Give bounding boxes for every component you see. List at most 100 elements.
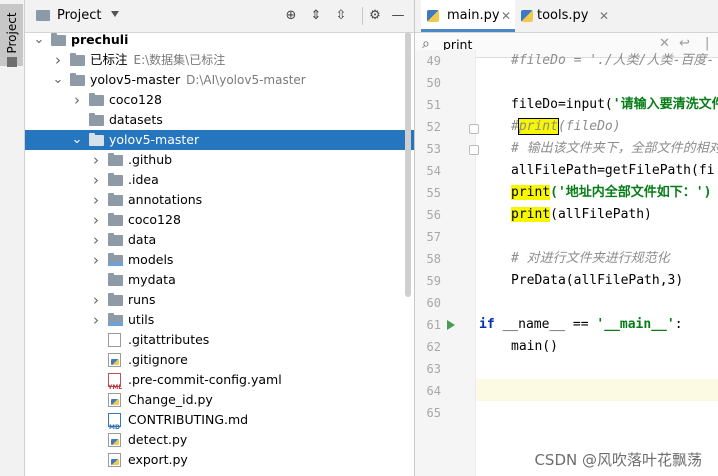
chevron-right-icon[interactable]: › [90,150,102,170]
tree-item-label: datasets [109,112,163,127]
code-line-61[interactable]: main() [511,336,558,358]
regex-icon[interactable]: | [705,36,711,51]
project-tool-tab-label: Project [5,12,19,54]
code-line-49[interactable]: #fileDo = './人类/人类-百度- [511,50,714,72]
code-line-53[interactable]: allFilePath=getFilePath(fi [511,160,715,182]
tab-tools-py[interactable]: tools.py ✕ [517,0,617,32]
tree-item-label: 已标注 E:\数据集\已标注 [90,52,226,67]
chevron-down-icon[interactable]: ⌄ [52,70,64,90]
new-line-icon[interactable]: ↩ [679,36,690,51]
header-divider [362,7,363,25]
editor-area: main.py ✕ tools.py ✕ ⌕ ✕ ↩ | 49505152535… [415,0,718,476]
tool-window-stripe: Project [0,0,25,476]
close-icon[interactable]: ✕ [599,0,609,32]
project-tool-tab[interactable]: Project [0,4,23,67]
tree-item[interactable]: › .github [25,150,414,170]
folder-icon [108,213,123,226]
tree-item[interactable]: mydata [25,270,414,290]
tree-item-label: .pre-commit-config.yaml [128,372,282,387]
tree-item[interactable]: › data [25,230,414,250]
close-icon[interactable]: ✕ [501,0,511,32]
fold-marker[interactable] [469,145,479,155]
tree-item[interactable]: .gitignore [25,350,414,370]
search-match: print [511,185,551,200]
chevron-down-icon[interactable]: ⌄ [71,130,83,150]
code-line-57[interactable]: # 对进行文件夹进行规范化 [511,248,670,270]
expand-all-icon[interactable]: ⇕ [308,8,324,24]
tree-item-label: data [128,232,157,247]
tree-item[interactable]: ⌄ yolov5-master D:\AI\yolov5-master [25,70,414,90]
chevron-right-icon[interactable]: › [90,250,102,270]
clear-search-icon[interactable]: ✕ [659,36,670,51]
line-number: 62 [426,340,441,354]
gear-icon[interactable]: ⚙ [367,8,383,24]
tree-item[interactable]: datasets [25,110,414,130]
code-line-58[interactable]: PreData(allFilePath,3) [511,270,683,292]
chevron-right-icon[interactable]: › [52,50,64,70]
tree-item-label: annotations [128,192,203,207]
tree-item[interactable]: export.py [25,450,414,470]
tree-item-label: yolov5-master [109,132,200,147]
tree-item[interactable]: ⌄ prechuli [25,30,414,50]
current-line-highlight [476,379,718,401]
tab-main-py[interactable]: main.py ✕ [421,0,515,32]
chevron-down-icon[interactable] [111,11,119,17]
chevron-right-icon[interactable]: › [90,290,102,310]
tree-item[interactable]: CONTRIBUTING.md [25,410,414,438]
tree-item[interactable]: › models [25,250,414,270]
tree-item-label: CONTRIBUTING.md [128,412,249,427]
chevron-right-icon[interactable]: › [90,230,102,250]
tab-label: tools.py [537,8,589,23]
line-number: 49 [426,54,441,68]
tree-item[interactable]: › 已标注 E:\数据集\已标注 [25,50,414,70]
folder-icon [108,193,123,206]
chevron-right-icon[interactable]: › [90,210,102,230]
chevron-right-icon[interactable]: › [90,310,102,330]
file-icon [108,333,121,347]
tree-item[interactable]: .pre-commit-config.yaml [25,370,414,398]
folder-icon [89,93,104,106]
tree-item[interactable]: .gitattributes [25,330,414,350]
hide-panel-icon[interactable]: — [390,8,406,24]
code-line-50[interactable]: fileDo=input('请输入要清洗文件 [511,94,718,116]
chevron-right-icon[interactable]: › [71,90,83,110]
chevron-right-icon[interactable]: › [90,190,102,210]
line-number: 65 [426,406,441,420]
line-number: 58 [426,252,441,266]
project-view-selector[interactable]: Project [57,8,101,23]
code-line-51[interactable]: #print(fileDo) [511,116,621,138]
tree-item[interactable]: detect.py [25,430,414,450]
tree-item[interactable]: › coco128 [25,210,414,230]
code-line-60[interactable]: if __name__ == '__main__': [479,314,683,336]
tree-item[interactable]: › annotations [25,190,414,210]
code-line-55[interactable]: print(allFilePath) [511,204,652,226]
search-match-current: print [517,118,559,135]
folder-icon [70,73,85,86]
tree-item-label: export.py [128,452,188,467]
tab-label: main.py [447,8,500,23]
search-match: print [511,207,551,222]
tree-item[interactable]: Change_id.py [25,390,414,410]
folder-icon [36,10,50,21]
chevron-down-icon[interactable]: ⌄ [33,30,45,50]
tree-item[interactable]: › coco128 [25,90,414,110]
code-line-52[interactable]: # 输出该文件夹下，全部文件的相对 [511,138,718,160]
tree-item[interactable]: › utils [25,310,414,330]
line-number: 52 [426,120,441,134]
tree-item[interactable]: ⌄ yolov5-master [25,130,414,150]
run-icon[interactable] [447,320,455,330]
tree-item[interactable]: › .idea [25,170,414,190]
fold-marker[interactable] [469,124,479,134]
tree-item-label: utils [128,312,155,327]
code-line-54[interactable]: print('地址内全部文件如下：') [511,182,711,204]
tree-item[interactable]: › runs [25,290,414,310]
tree-item-label: coco128 [128,212,181,227]
tree-item-label: .gitattributes [128,332,210,347]
file-icon [108,393,121,407]
tree-scrollbar[interactable] [405,32,411,297]
locate-file-icon[interactable]: ⊕ [283,8,299,24]
chevron-right-icon[interactable]: › [90,170,102,190]
collapse-all-icon[interactable]: ⇳ [333,8,349,24]
line-number: 59 [426,274,441,288]
project-panel: Project ⊕ ⇕ ⇳ ⚙ — ⌄ prechuli › 已标注 E:\数据集\已标… [25,0,415,476]
